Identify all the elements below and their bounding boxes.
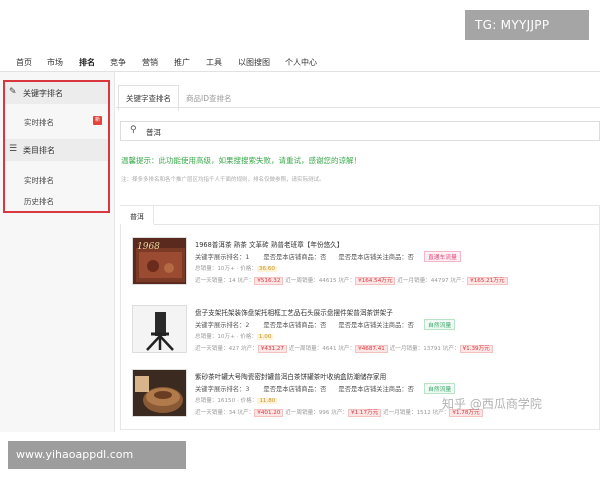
product-title[interactable]: 紫砂茶叶罐大号陶瓷密封罐普洱白茶饼罐茶叶收纳盒防潮储存家用 [195, 371, 386, 381]
rank-row: 关键字展示排名：1 是否是本店铺商品：否 是否是本店铺关注商品：否 直通车流量 [195, 251, 461, 262]
rank-label: 关键字展示排名： [195, 386, 246, 393]
pit-row: 近一天销量：14 坑产： ¥516.32 近一周销量：44615 坑产： ¥164.… [195, 276, 508, 285]
svg-text:1968: 1968 [137, 242, 160, 252]
url-watermark-text: www.yihaoappdl.com [16, 448, 134, 461]
week-pit: ¥4687.41 [355, 345, 388, 353]
follow-label: 是否是本店铺关注商品：否 [338, 254, 414, 261]
week-sales: 近一周销量：996 [285, 410, 330, 416]
nav-user-center[interactable]: 个人中心 [285, 57, 317, 68]
total-sales: 总销量：10万+ · [195, 334, 239, 340]
tip-text: 温馨提示：此功能使用高级，如果搜搜索失败，请重试，感谢您的谅解！ [121, 156, 361, 165]
price-value: 11.80 [257, 398, 278, 404]
tg-watermark: TG: MYYJJPP [465, 10, 589, 40]
pit-label: 坑产： [338, 278, 356, 284]
pit-label: 坑产： [442, 346, 460, 352]
price-label: 价格： [240, 266, 257, 272]
follow-label: 是否是本店铺关注商品：否 [338, 322, 414, 329]
rank-row: 关键字展示排名：3 是否是本店铺商品：否 是否是本店铺关注商品：否 自然流量 [195, 383, 456, 394]
divider [154, 224, 600, 225]
pit-row: 近一天销量：34 坑产： ¥401.20 近一周销量：996 坑产： ¥1.17万元… [195, 408, 483, 417]
pit-label: 坑产： [241, 346, 258, 352]
total-sales: 总销量：10万+ · [195, 266, 239, 272]
zhihu-watermark: 知乎 @西瓜商学院 [442, 397, 542, 411]
product-thumbnail[interactable] [132, 305, 187, 353]
nav-competition[interactable]: 竞争 [110, 57, 126, 68]
rank-label: 关键字展示排名： [195, 254, 246, 261]
store-label: 是否是本店铺商品：否 [263, 254, 327, 261]
week-pit: ¥164.54万元 [355, 277, 396, 285]
day-sales: 近一天销量：14 [195, 278, 236, 284]
store-label: 是否是本店铺商品：否 [263, 386, 327, 393]
week-sales: 近一周销量：4641 [288, 346, 337, 352]
sales-row: 总销量：10万+ · 价格： 36.60 [195, 264, 277, 272]
nav-marketing[interactable]: 营销 [142, 57, 158, 68]
month-sales: 近一月销量：13791 [389, 346, 441, 352]
price-label: 价格： [240, 398, 258, 404]
highlight-frame [3, 80, 110, 213]
url-watermark: www.yihaoappdl.com [8, 441, 186, 469]
rank-value: 3 [245, 386, 250, 393]
week-pit: ¥1.17万元 [348, 409, 382, 417]
rank-value: 2 [245, 322, 250, 329]
nav-tools[interactable]: 工具 [206, 57, 222, 68]
week-sales: 近一周销量：44615 [285, 278, 337, 284]
nav-market[interactable]: 市场 [47, 57, 63, 68]
month-sales: 近一月销量：44797 [397, 278, 449, 284]
price-value: 36.60 [256, 266, 277, 272]
sales-row: 总销量：10万+ · 价格： 1.00 [195, 332, 274, 340]
tab-item-id-rank[interactable]: 商品ID查排名 [186, 93, 232, 104]
note-text: 注：择多多排名和各个推广层区均指千人千面的规则，排名仅做参照，请实际测试。 [121, 177, 325, 183]
traffic-tag: 直通车流量 [423, 251, 461, 262]
result-tab[interactable]: 普洱 [120, 206, 154, 224]
nav-image-search[interactable]: 以图搜图 [238, 57, 270, 68]
search-value: 普洱 [146, 128, 161, 137]
search-icon: ⚲ [130, 125, 137, 135]
pit-label: 坑产： [338, 346, 356, 352]
traffic-tag: 自然流量 [423, 319, 456, 330]
tab-keyword-rank[interactable]: 关键字查排名 [118, 85, 179, 111]
pit-label: 坑产： [331, 410, 349, 416]
result-item: 1968 1968普洱茶 熟茶 文革砖 熟普老班章【年份悠久】 关键字展示排名：… [132, 234, 600, 294]
pit-row: 近一天销量：427 坑产： ¥431.27 近一周销量：4641 坑产： ¥4687… [195, 344, 493, 353]
result-item: 盘子支架托架装饰盘架托相框工艺品石头展示盘摆件架普洱茶饼架子 关键字展示排名：2… [132, 302, 600, 362]
pit-label: 坑产： [450, 278, 468, 284]
product-title[interactable]: 盘子支架托架装饰盘架托相框工艺品石头展示盘摆件架普洱茶饼架子 [195, 307, 393, 317]
pit-label: 坑产： [237, 410, 255, 416]
nav-home[interactable]: 首页 [16, 57, 32, 68]
day-sales: 近一天销量：34 [195, 410, 236, 416]
rank-label: 关键字展示排名： [195, 322, 246, 329]
product-thumbnail[interactable] [132, 369, 187, 417]
month-pit: ¥165.21万元 [467, 277, 508, 285]
price-label: 价格： [240, 334, 257, 340]
follow-label: 是否是本店铺关注商品：否 [338, 386, 414, 393]
rank-value: 1 [245, 254, 250, 261]
day-pit: ¥516.32 [254, 277, 284, 285]
result-tab-label: 普洱 [130, 213, 144, 221]
product-title[interactable]: 1968普洱茶 熟茶 文革砖 熟普老班章【年份悠久】 [195, 239, 343, 249]
rank-row: 关键字展示排名：2 是否是本店铺商品：否 是否是本店铺关注商品：否 自然流量 [195, 319, 456, 330]
traffic-tag: 自然流量 [423, 383, 456, 394]
sub-tabs: 关键字查排名 商品ID查排名 [116, 85, 600, 111]
month-sales: 近一月销量：1512 [383, 410, 431, 416]
total-sales: 总销量：16150 · [195, 398, 239, 404]
day-sales: 近一天销量：427 [195, 346, 240, 352]
store-label: 是否是本店铺商品：否 [263, 322, 327, 329]
product-thumbnail[interactable]: 1968 [132, 237, 187, 285]
sales-row: 总销量：16150 · 价格： 11.80 [195, 396, 278, 404]
nav-ranking[interactable]: 排名 [77, 57, 97, 76]
month-pit: ¥1.39万元 [459, 345, 493, 353]
top-nav: 首页 市场 排名 竞争 营销 推广 工具 以图搜图 个人中心 [0, 50, 600, 76]
nav-promotion[interactable]: 推广 [174, 57, 190, 68]
tg-watermark-text: TG: MYYJJPP [475, 18, 550, 32]
day-pit: ¥401.20 [254, 409, 284, 417]
pit-label: 坑产： [237, 278, 255, 284]
price-value: 1.00 [256, 334, 274, 340]
search-input[interactable]: ⚲ 普洱 [120, 121, 600, 141]
day-pit: ¥431.27 [257, 345, 287, 353]
